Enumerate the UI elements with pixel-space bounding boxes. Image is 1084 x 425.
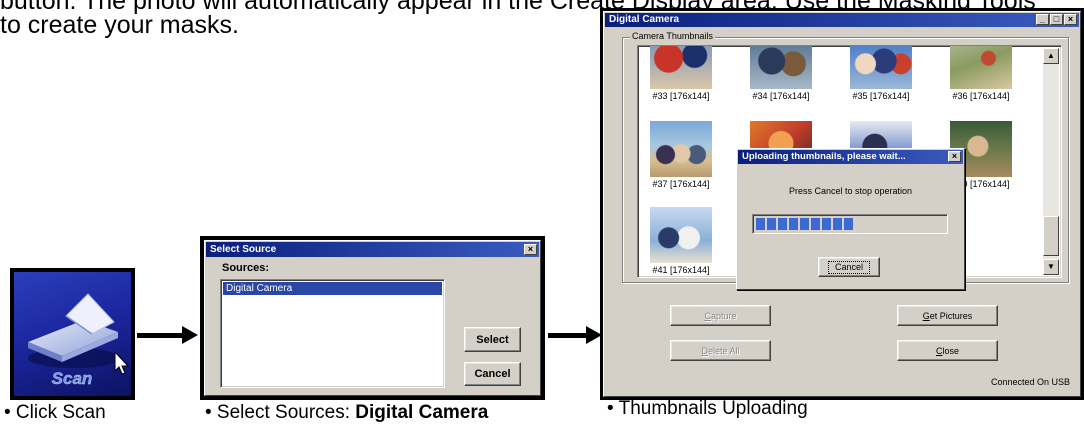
scrollbar-thumb[interactable]	[1043, 216, 1059, 256]
sources-label: Sources:	[222, 262, 270, 274]
thumbnail-image[interactable]	[650, 121, 712, 177]
close-icon[interactable]: ×	[524, 244, 537, 255]
digital-camera-titlebar[interactable]: Digital Camera _ □ ×	[605, 13, 1079, 27]
scanner-icon: Scan	[28, 293, 130, 388]
thumbnail-label: #37 [176x144]	[652, 179, 710, 189]
thumbnail-image[interactable]	[650, 46, 712, 89]
upload-message: Press Cancel to stop operation	[788, 186, 913, 196]
scan-icon-background: Scan	[14, 272, 131, 396]
progress-fill	[756, 218, 854, 230]
upload-progress-bar	[752, 214, 948, 234]
thumbnail-image[interactable]	[650, 207, 712, 263]
caption-select-sources-value: Digital Camera	[355, 402, 489, 423]
scan-icon-label: Scan	[52, 369, 93, 388]
caption-click-scan: • Click Scan	[4, 402, 106, 423]
scroll-up-icon[interactable]: ▲	[1043, 48, 1059, 64]
close-icon[interactable]: ×	[948, 151, 961, 162]
mouse-cursor-icon	[114, 350, 130, 375]
arrow-line-1	[137, 333, 183, 338]
arrow-line-2	[548, 333, 588, 338]
connection-status: Connected On USB	[990, 377, 1070, 387]
cancel-button[interactable]: Cancel	[464, 362, 521, 386]
group-label: Camera Thumbnails	[630, 31, 715, 42]
vertical-scrollbar[interactable]: ▲ ▼	[1043, 48, 1059, 275]
window-title: Digital Camera	[609, 14, 680, 25]
upload-cancel-label: Cancel	[827, 260, 870, 274]
select-source-frame: Select Source × Sources: Digital Camera …	[200, 236, 545, 400]
scan-tile[interactable]: Scan	[10, 268, 135, 400]
capture-button[interactable]: Capture	[670, 305, 771, 326]
upload-cancel-button[interactable]: Cancel	[818, 257, 880, 277]
thumbnail-image[interactable]	[950, 46, 1012, 89]
thumbnail-label: #41 [176x144]	[652, 265, 710, 275]
arrow-right-icon	[182, 326, 198, 344]
delete-all-button-label: Delete All	[701, 345, 740, 356]
minimize-icon[interactable]: _	[1036, 14, 1049, 25]
close-icon[interactable]: ×	[1064, 14, 1077, 25]
thumbnail-label: #34 [176x144]	[752, 91, 810, 101]
close-button-label: Close	[935, 345, 959, 356]
upload-dialog: Uploading thumbnails, please wait... × P…	[736, 148, 965, 290]
thumbnail-image[interactable]	[850, 46, 912, 89]
select-source-titlebar[interactable]: Select Source ×	[206, 242, 539, 257]
get-pictures-button[interactable]: Get Pictures	[897, 305, 998, 326]
sources-list[interactable]: Digital Camera	[220, 279, 445, 388]
thumbnail-label: #35 [176x144]	[852, 91, 910, 101]
intro-line-2: to create your masks.	[0, 11, 239, 39]
upload-dialog-titlebar[interactable]: Uploading thumbnails, please wait... ×	[738, 150, 963, 164]
caption-select-sources-prefix: • Select Sources:	[205, 402, 350, 423]
delete-all-button[interactable]: Delete All	[670, 340, 771, 361]
upload-dialog-title: Uploading thumbnails, please wait...	[742, 151, 906, 162]
maximize-icon[interactable]: □	[1050, 14, 1063, 25]
source-item-digital-camera[interactable]: Digital Camera	[223, 282, 442, 295]
scroll-down-icon[interactable]: ▼	[1043, 259, 1059, 275]
get-pictures-button-label: Get Pictures	[922, 310, 973, 321]
thumbnail-label: #36 [176x144]	[952, 91, 1010, 101]
select-button[interactable]: Select	[464, 327, 521, 352]
close-button[interactable]: Close	[897, 340, 998, 361]
thumbnail-label: #33 [176x144]	[652, 91, 710, 101]
caption-select-sources: • Select Sources: Digital Camera	[205, 402, 488, 424]
select-button-label: Select	[476, 333, 509, 346]
select-source-dialog: Select Source × Sources: Digital Camera …	[204, 240, 541, 396]
caption-thumbnails-uploading: • Thumbnails Uploading	[607, 398, 808, 419]
dialog-title: Select Source	[210, 244, 277, 255]
capture-button-label: Capture	[704, 310, 737, 321]
cancel-button-label: Cancel	[474, 368, 511, 380]
thumbnail-image[interactable]	[750, 46, 812, 89]
